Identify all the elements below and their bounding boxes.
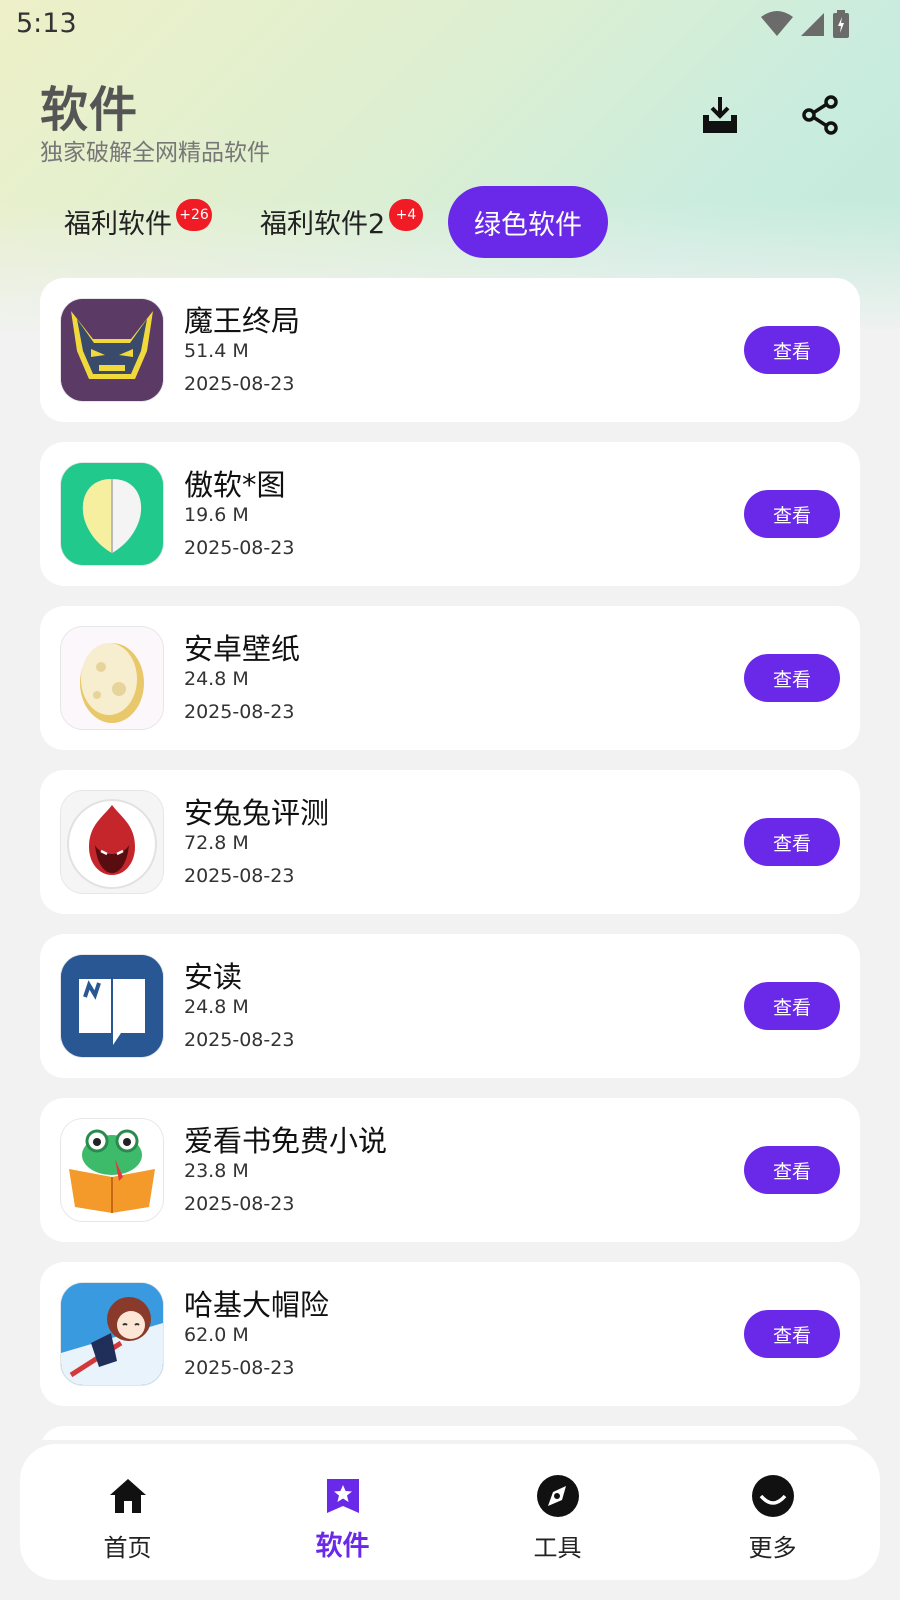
battery-icon xyxy=(832,10,850,42)
app-size: 72.8 M xyxy=(184,832,249,854)
tab-welfare-software[interactable]: 福利软件 xyxy=(64,186,172,256)
nav-software[interactable]: 软件 xyxy=(235,1444,450,1580)
demon-wolf-icon xyxy=(61,299,163,401)
view-button[interactable]: 查看 xyxy=(744,326,840,374)
app-date: 2025-08-23 xyxy=(184,537,295,559)
list-item[interactable]: 安卓壁纸 24.8 M 2025-08-23 查看 xyxy=(40,606,860,750)
app-size: 62.0 M xyxy=(184,1324,249,1346)
status-bar: 5:13 xyxy=(0,0,900,48)
share-button[interactable] xyxy=(795,92,845,142)
open-book-icon xyxy=(61,955,163,1057)
list-item[interactable]: 爱看书免费小说 23.8 M 2025-08-23 查看 xyxy=(40,1098,860,1242)
nav-label: 软件 xyxy=(315,1531,370,1562)
view-button[interactable]: 查看 xyxy=(744,1146,840,1194)
view-button[interactable]: 查看 xyxy=(744,490,840,538)
bottom-nav: 首页 软件 工具 更多 xyxy=(20,1444,880,1580)
app-name: 魔王终局 xyxy=(184,304,301,338)
tab-badge: +4 xyxy=(389,199,423,231)
tab-label: 福利软件 xyxy=(64,208,172,240)
list-item[interactable]: 哈基大帽险 62.0 M 2025-08-23 查看 xyxy=(40,1262,860,1406)
app-size: 24.8 M xyxy=(184,668,249,690)
tab-badge: +26 xyxy=(176,199,212,231)
app-date: 2025-08-23 xyxy=(184,1029,295,1051)
status-time: 5:13 xyxy=(16,8,77,39)
tab-green-software[interactable]: 绿色软件 xyxy=(448,186,608,258)
tab-label: 绿色软件 xyxy=(474,209,582,241)
app-date: 2025-08-23 xyxy=(184,701,295,723)
app-date: 2025-08-23 xyxy=(184,373,295,395)
nav-label: 更多 xyxy=(748,1534,797,1562)
share-icon xyxy=(801,95,839,139)
nav-tools[interactable]: 工具 xyxy=(450,1444,665,1580)
smile-circle-icon xyxy=(751,1474,795,1518)
app-name: 傲软*图 xyxy=(184,468,286,502)
nav-label: 首页 xyxy=(103,1534,152,1562)
nav-home[interactable]: 首页 xyxy=(20,1444,235,1580)
star-bookmark-icon xyxy=(321,1474,365,1518)
cutout-leaf-icon xyxy=(61,463,163,565)
tab-label: 福利软件2 xyxy=(260,208,386,240)
list-item[interactable]: 魔王终局 51.4 M 2025-08-23 查看 xyxy=(40,278,860,422)
download-button[interactable] xyxy=(695,92,745,142)
page-subtitle: 独家破解全网精品软件 xyxy=(40,140,270,166)
flame-bunny-icon xyxy=(61,791,163,893)
anime-character-icon xyxy=(61,1283,163,1385)
view-button[interactable]: 查看 xyxy=(744,1310,840,1358)
list-item-partial[interactable] xyxy=(40,1426,860,1440)
app-size: 23.8 M xyxy=(184,1160,249,1182)
list-item[interactable]: 安读 24.8 M 2025-08-23 查看 xyxy=(40,934,860,1078)
app-name: 安兔兔评测 xyxy=(184,796,330,830)
compass-icon xyxy=(536,1474,580,1518)
download-tray-icon xyxy=(701,95,739,139)
app-size: 51.4 M xyxy=(184,340,249,362)
nav-more[interactable]: 更多 xyxy=(665,1444,880,1580)
app-name: 安卓壁纸 xyxy=(184,632,301,666)
app-size: 19.6 M xyxy=(184,504,249,526)
wifi-icon xyxy=(760,11,794,41)
app-name: 哈基大帽险 xyxy=(184,1288,330,1322)
list-item[interactable]: 傲软*图 19.6 M 2025-08-23 查看 xyxy=(40,442,860,586)
view-button[interactable]: 查看 xyxy=(744,982,840,1030)
egg-icon xyxy=(61,627,163,729)
app-name: 安读 xyxy=(184,960,243,994)
signal-icon xyxy=(800,11,826,41)
view-button[interactable]: 查看 xyxy=(744,818,840,866)
list-item[interactable]: 安兔兔评测 72.8 M 2025-08-23 查看 xyxy=(40,770,860,914)
home-icon xyxy=(106,1474,150,1518)
app-size: 24.8 M xyxy=(184,996,249,1018)
frog-book-icon xyxy=(61,1119,163,1221)
app-date: 2025-08-23 xyxy=(184,1357,295,1379)
app-name: 爱看书免费小说 xyxy=(184,1124,388,1158)
status-icons xyxy=(760,10,850,42)
app-date: 2025-08-23 xyxy=(184,1193,295,1215)
page-title: 软件 xyxy=(40,82,139,138)
tab-welfare-software-2[interactable]: 福利软件2 xyxy=(260,186,385,256)
app-date: 2025-08-23 xyxy=(184,865,295,887)
app-list[interactable]: 魔王终局 51.4 M 2025-08-23 查看 傲软*图 19.6 M 20… xyxy=(40,278,860,1440)
view-button[interactable]: 查看 xyxy=(744,654,840,702)
nav-label: 工具 xyxy=(533,1534,582,1562)
